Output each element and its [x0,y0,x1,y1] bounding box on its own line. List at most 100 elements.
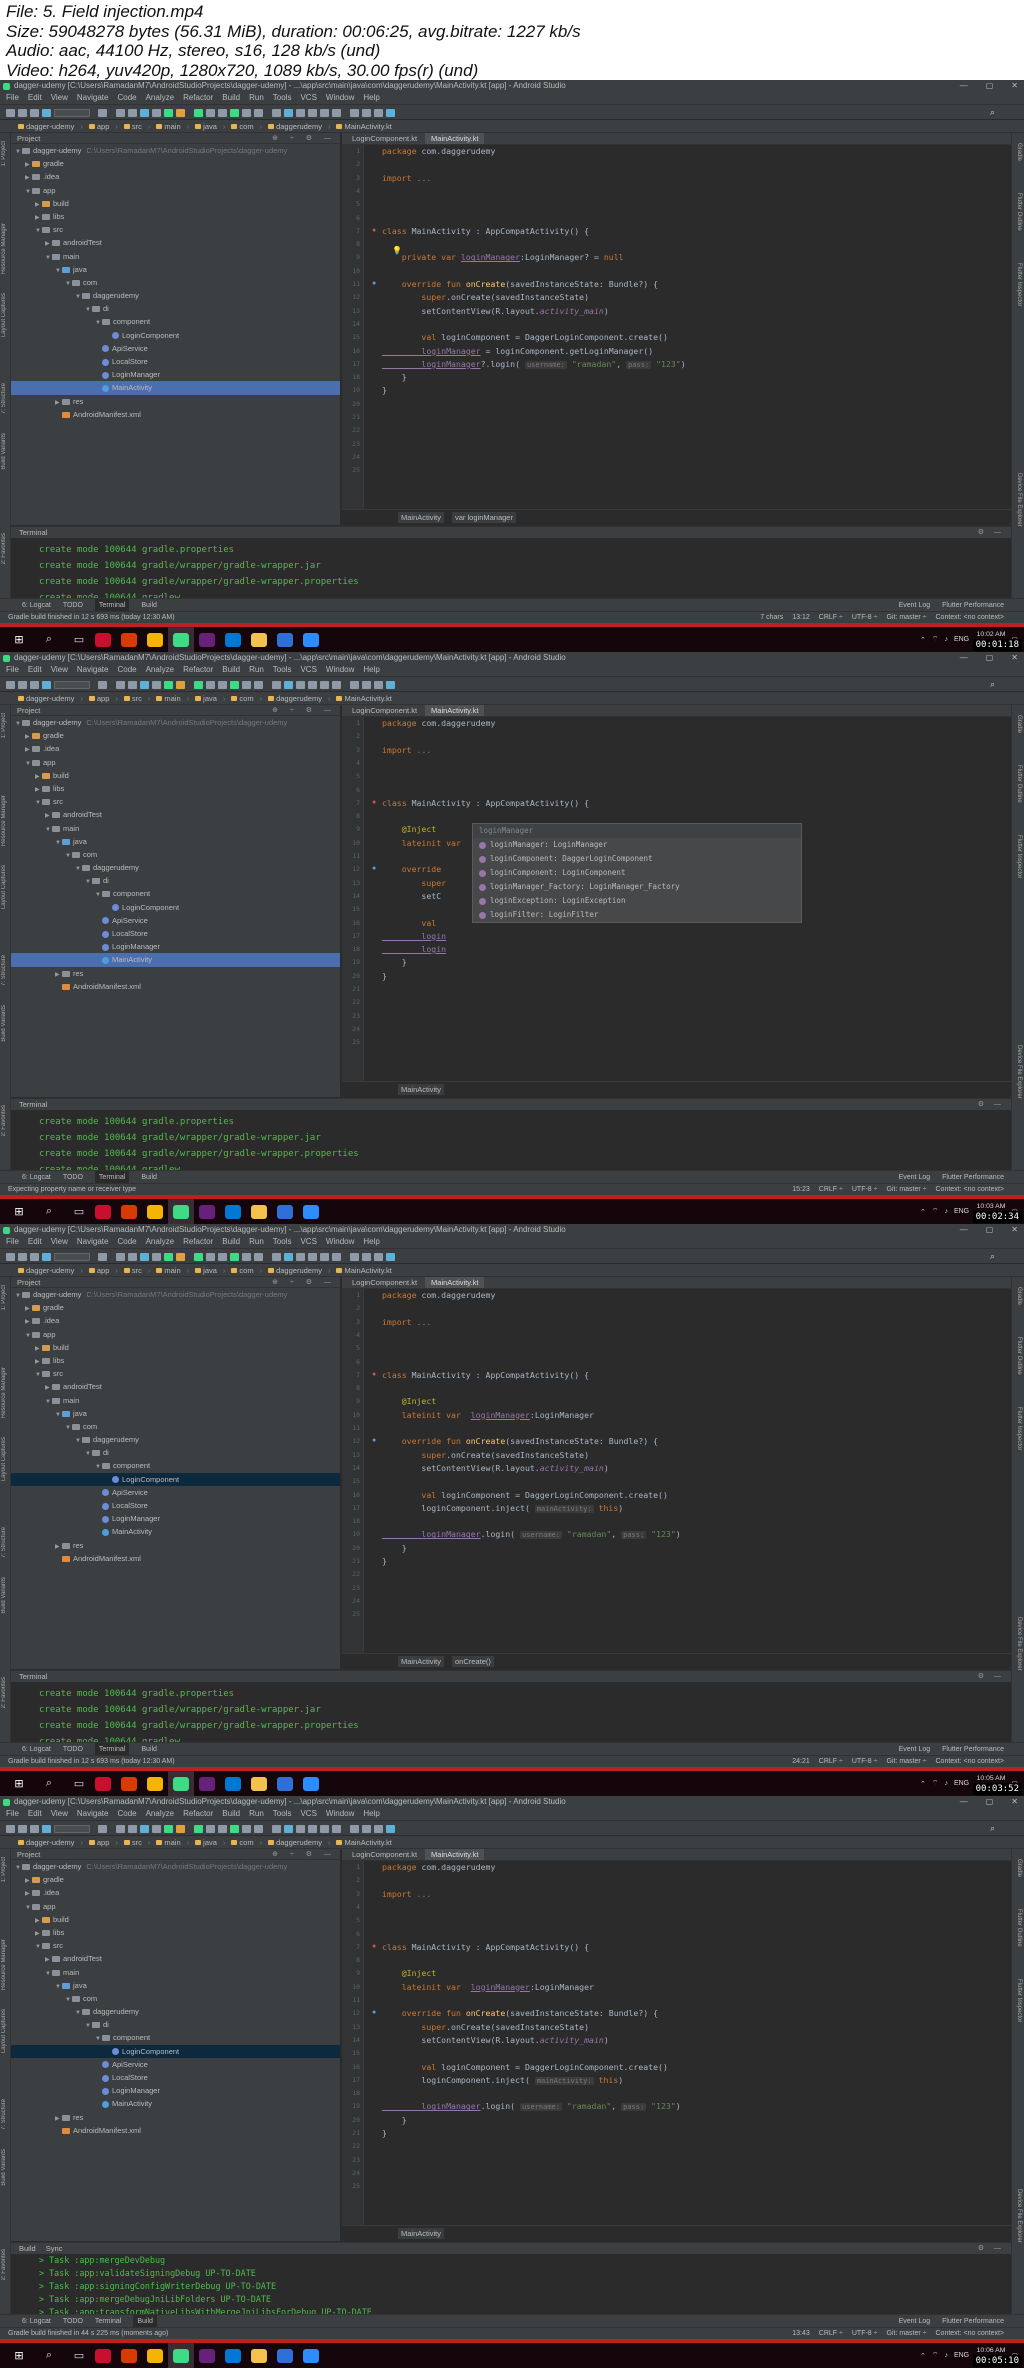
toolbar-button-icon[interactable] [308,681,317,689]
tool-tab-4[interactable]: Build Variants [1,1005,10,1042]
search-icon[interactable]: ⌕ [38,631,60,649]
bottom-tab-build[interactable]: Build [141,1743,157,1755]
toolbar-button-icon[interactable] [164,681,173,689]
breadcrumb-item[interactable]: com [231,122,254,131]
tree-item[interactable]: ▼ java [11,263,340,276]
tree-item[interactable]: ▶ .idea [11,1886,340,1899]
tree-item[interactable]: ▶ gradle [11,729,340,742]
toolbar-button-icon[interactable] [362,1253,371,1261]
panel-options-icon[interactable]: ⊕ ÷ ⚙ — [272,705,336,716]
menu-code[interactable]: Code [117,92,136,104]
toolbar-button-icon[interactable] [30,681,39,689]
tree-item[interactable]: AndroidManifest.xml [11,1552,340,1565]
expand-arrow-icon[interactable]: ▼ [65,1994,72,2005]
close-button[interactable]: ✕ [1011,652,1018,664]
menu-window[interactable]: Window [326,92,354,104]
toolbar-button-icon[interactable] [98,109,107,117]
toolbar-button-icon[interactable] [128,681,137,689]
bottom-right-tab[interactable]: Event Log [899,2315,931,2327]
tree-item[interactable]: ▼ component [11,315,340,328]
expand-arrow-icon[interactable]: ▼ [35,1941,42,1952]
expand-arrow-icon[interactable]: ▼ [85,304,92,315]
right-tool-tab-0[interactable]: Gradle [1013,1859,1022,1877]
breadcrumb-item[interactable]: main [156,1838,181,1847]
tree-item[interactable]: AndroidManifest.xml [11,408,340,421]
terminal-header-label[interactable]: Terminal [19,1672,47,1681]
toolbar-button-icon[interactable] [176,1825,185,1833]
tree-item[interactable]: ▼ dagger-udemy C:\Users\RamadanM7\AndroidS… [11,716,340,729]
toolbar-button-icon[interactable] [218,1253,227,1261]
pdf-icon[interactable] [116,1199,142,1224]
toolbar-button-icon[interactable] [18,109,27,117]
media-icon[interactable] [272,2343,298,2368]
expand-arrow-icon[interactable]: ▶ [25,744,32,755]
tree-item[interactable]: LoginManager [11,1512,340,1525]
tree-item[interactable]: ▼ main [11,250,340,263]
tree-item[interactable]: ▶ .idea [11,1314,340,1327]
menu-build[interactable]: Build [222,664,240,676]
lightbulb-icon[interactable]: 💡 [392,246,402,255]
editor-tab[interactable]: MainActivity.kt [425,133,485,144]
tree-item[interactable]: ▶ build [11,1913,340,1926]
class-marker-icon[interactable]: ● [372,799,376,806]
right-tool-tab-2[interactable]: Flutter Inspector [1013,835,1022,878]
tree-item[interactable]: ▶ res [11,967,340,980]
tree-item[interactable]: ▼ component [11,1459,340,1472]
toolbar-button-icon[interactable] [350,109,359,117]
tree-item[interactable]: ▼ main [11,822,340,835]
right-tool-tab-0[interactable]: Gradle [1013,1287,1022,1305]
menu-run[interactable]: Run [249,1808,264,1820]
toolbar-button-icon[interactable] [272,1253,281,1261]
search-icon[interactable]: ⌕ [990,1823,999,1833]
toolbar-button-icon[interactable] [152,681,161,689]
right-tool-tab-0[interactable]: Gradle [1013,715,1022,733]
menu-tools[interactable]: Tools [273,1236,292,1248]
tree-item[interactable]: MainActivity [11,953,340,967]
toolbar-button-icon[interactable] [284,681,293,689]
toolbar-button-icon[interactable] [254,1825,263,1833]
expand-arrow-icon[interactable]: ▶ [55,397,62,408]
maximize-button[interactable]: ▢ [986,1224,994,1236]
bottom-right-tab[interactable]: Flutter Performance [942,2315,1004,2327]
volume-icon[interactable]: ♪ [944,636,948,643]
right-tool-tab-2[interactable]: Flutter Inspector [1013,263,1022,306]
code-area[interactable]: package com.daggerudemy import ... class M… [382,1289,1011,1653]
search-icon[interactable]: ⌕ [38,1203,60,1221]
tree-item[interactable]: ▼ daggerudemy [11,861,340,874]
visual-studio-icon[interactable] [194,627,220,652]
menu-build[interactable]: Build [222,1808,240,1820]
tool-tab-3[interactable]: 7: Structure [1,955,10,986]
expand-arrow-icon[interactable]: ▶ [35,1356,42,1367]
toolbar-button-icon[interactable] [350,1825,359,1833]
bottom-tab-todo[interactable]: TODO [63,2315,83,2327]
tool-tab-2[interactable]: Layout Captures [1,293,10,337]
expand-arrow-icon[interactable]: ▼ [75,2007,82,2018]
tree-item[interactable]: MainActivity [11,381,340,395]
toolbar-button-icon[interactable] [54,1253,90,1261]
menu-analyze[interactable]: Analyze [146,1236,174,1248]
media-icon[interactable] [272,627,298,652]
toolbar-button-icon[interactable] [350,1253,359,1261]
chrome-icon[interactable] [142,1199,168,1224]
expand-arrow-icon[interactable]: ▶ [25,159,32,170]
editor-tab[interactable]: LoginComponent.kt [346,1277,423,1288]
menu-run[interactable]: Run [249,1236,264,1248]
toolbar-button-icon[interactable] [230,681,239,689]
toolbar-button-icon[interactable] [386,1253,395,1261]
task-view-icon[interactable]: ▭ [68,1775,90,1793]
toolbar-button-icon[interactable] [98,1825,107,1833]
tree-item[interactable]: ▶ res [11,1539,340,1552]
toolbar-button-icon[interactable] [374,109,383,117]
toolbar-button-icon[interactable] [206,109,215,117]
breadcrumb-item[interactable]: src [123,694,142,703]
expand-arrow-icon[interactable]: ▼ [65,1422,72,1433]
autocomplete-item[interactable]: loginManager [473,824,801,838]
toolbar-button-icon[interactable] [176,109,185,117]
toolbar-button-icon[interactable] [374,681,383,689]
menu-analyze[interactable]: Analyze [146,1808,174,1820]
project-header-label[interactable]: Project [17,706,40,715]
zoom-icon[interactable] [298,1771,324,1796]
toolbar-button-icon[interactable] [362,1825,371,1833]
toolbar-button-icon[interactable] [242,1825,251,1833]
opera-icon[interactable] [90,2343,116,2368]
